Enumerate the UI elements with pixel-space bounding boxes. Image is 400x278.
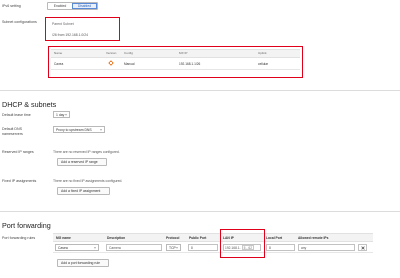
lan-ip-highlight: [220, 229, 265, 258]
subnet-row-config: Manual: [124, 62, 135, 66]
chevron-down-icon: [94, 247, 96, 248]
pf-public-port-input[interactable]: 8: [188, 244, 218, 251]
parent-subnet-highlight: [45, 17, 120, 41]
chevron-down-icon: [176, 247, 178, 248]
fixed-ip-empty-text: There are no fixed IP assignments config…: [53, 179, 123, 183]
parent-subnet-label: Parent Subnet: [52, 22, 74, 26]
section-divider: [0, 90, 400, 91]
lease-time-select[interactable]: 1 day: [53, 111, 70, 118]
close-icon: [360, 245, 365, 250]
subnet-col-name: Name: [54, 51, 63, 55]
reserved-ip-empty-text: There are no reserved IP ranges configur…: [53, 150, 120, 154]
pf-allowed-ips-input[interactable]: any: [298, 244, 355, 251]
pf-col-allowed-ips: Allowed remote IPs: [298, 236, 329, 240]
pf-mg-name-value: Cavea: [58, 245, 68, 250]
pf-col-mg-name: MG name: [56, 236, 71, 240]
parent-subnet-value: /26 from 192.168.1.0/24: [52, 33, 89, 37]
vpn-status-icon: [108, 60, 114, 66]
ipv6-disabled-option[interactable]: Disabled: [72, 3, 97, 9]
add-port-forwarding-rule-button[interactable]: Add a port forwarding rule: [57, 259, 109, 267]
ipv6-toggle: Enabled Disabled: [47, 2, 98, 10]
dns-nameservers-value: Proxy to upstream DNS: [56, 127, 92, 132]
chevron-down-icon: [65, 114, 67, 115]
ipv6-label: IPv6 setting: [2, 4, 21, 8]
pf-description-input[interactable]: Camera: [106, 244, 162, 251]
subnet-row-name: Cavea: [54, 62, 64, 66]
pf-local-port-input[interactable]: 8: [266, 244, 295, 251]
subnet-col-config: Config: [124, 51, 133, 55]
pf-col-description: Description: [107, 236, 126, 240]
section-divider: [0, 211, 400, 212]
add-reserved-ip-button[interactable]: Add a reserved IP range: [57, 158, 107, 166]
ipv6-enabled-option[interactable]: Enabled: [48, 3, 72, 9]
dhcp-section-title: DHCP & subnets: [2, 100, 57, 109]
lease-time-value: 1 day: [56, 112, 65, 117]
dns-nameservers-label: Default DNS nameservers: [2, 127, 23, 136]
subnet-config-label: Subnet configurations: [2, 20, 37, 24]
pf-col-public-port: Public Port: [189, 236, 207, 240]
subnet-col-vlan: Version: [106, 51, 117, 55]
reserved-ip-label: Reserved IP ranges: [2, 150, 34, 154]
subnet-col-mx-ip: MX IP: [179, 51, 188, 55]
pf-protocol-value: TCP: [169, 245, 176, 250]
subnet-row-uplink: cellular: [258, 62, 269, 66]
pf-mg-name-select[interactable]: Cavea: [55, 244, 99, 251]
port-forwarding-title: Port forwarding: [2, 221, 51, 230]
pf-protocol-select[interactable]: TCP: [166, 244, 181, 251]
dns-nameservers-select[interactable]: Proxy to upstream DNS: [53, 126, 105, 133]
pf-col-protocol: Protocol: [166, 236, 180, 240]
pf-col-local-port: Local Port: [266, 236, 283, 240]
subnet-col-uplink: Uplink: [258, 51, 267, 55]
chevron-down-icon: [100, 129, 102, 130]
subnet-row-mx-ip: 192.168.1.1/26: [179, 62, 201, 66]
pf-delete-button[interactable]: [358, 244, 367, 251]
fixed-ip-label: Fixed IP assignments: [2, 179, 37, 183]
add-fixed-ip-button[interactable]: Add a fixed IP assignment: [57, 187, 110, 195]
lease-time-label: Default lease time: [2, 113, 31, 117]
port-forwarding-rules-label: Port forwarding rules: [2, 236, 36, 240]
